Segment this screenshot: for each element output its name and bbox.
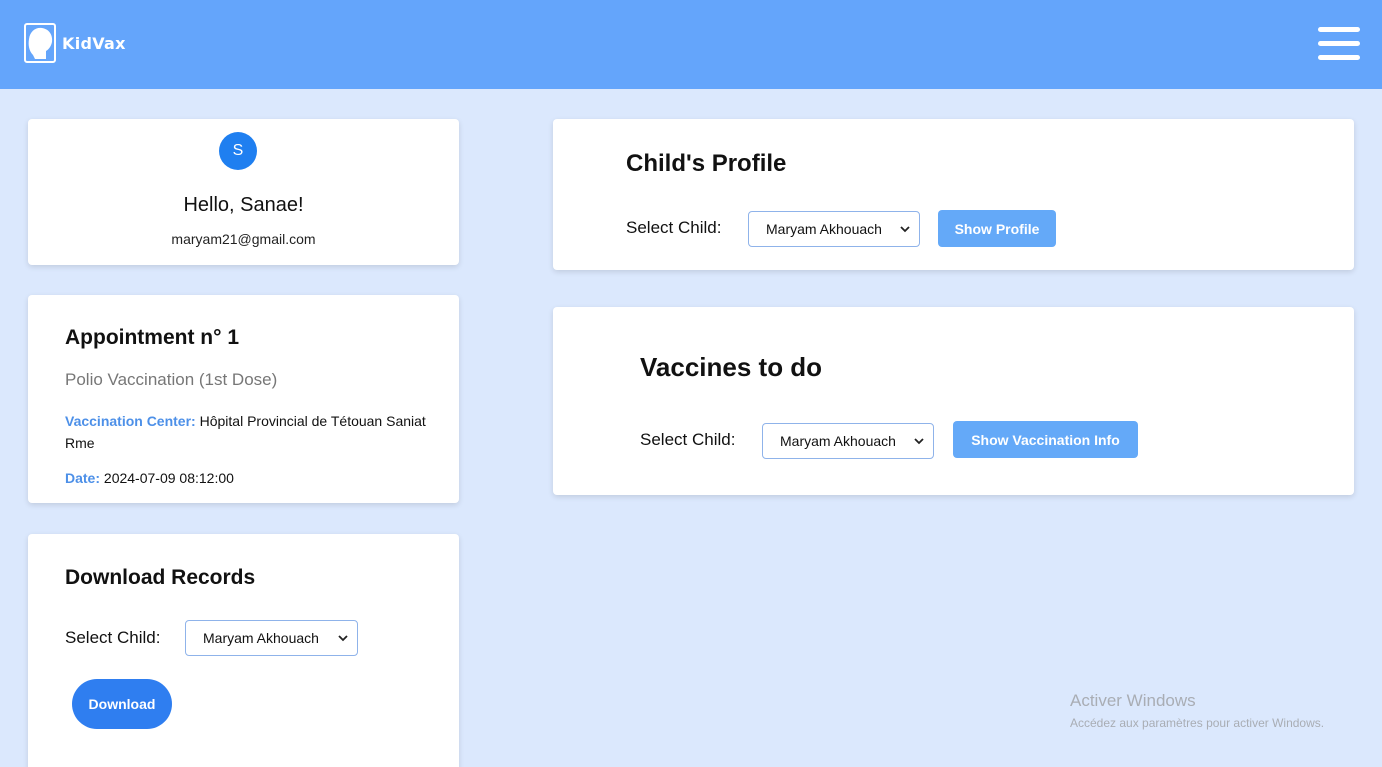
avatar: S: [219, 132, 257, 170]
profile-selected-child: Maryam Akhouach: [766, 221, 882, 237]
profile-title: Child's Profile: [626, 150, 787, 177]
vaccines-child-select[interactable]: Maryam Akhouach: [762, 423, 934, 459]
user-email: maryam21@gmail.com: [171, 231, 316, 247]
appointment-date: Date: 2024-07-09 08:12:00: [65, 470, 234, 486]
download-select-label: Select Child:: [65, 628, 161, 647]
center-label: Vaccination Center:: [65, 413, 196, 429]
profile-child-select[interactable]: Maryam Akhouach: [748, 211, 920, 247]
show-profile-button[interactable]: Show Profile: [938, 210, 1056, 247]
child-profile-card: [553, 119, 1354, 270]
appointment-center: Vaccination Center: Hôpital Provincial d…: [65, 410, 435, 454]
chevron-down-icon: [338, 635, 348, 642]
chevron-down-icon: [914, 438, 924, 445]
app-logo[interactable]: KidVax: [24, 23, 126, 63]
download-button[interactable]: Download: [72, 679, 172, 729]
top-navbar: KidVax: [0, 0, 1382, 89]
vaccines-to-do-card: [553, 307, 1354, 495]
download-child-select[interactable]: Maryam Akhouach: [185, 620, 358, 656]
appointment-vaccine: Polio Vaccination (1st Dose): [65, 370, 278, 389]
date-label: Date:: [65, 470, 101, 486]
greeting-text: Hello, Sanae!: [183, 194, 304, 216]
windows-activation-subtitle: Accédez aux paramètres pour activer Wind…: [1070, 716, 1325, 730]
child-head-icon: [24, 23, 56, 63]
chevron-down-icon: [900, 226, 910, 233]
download-title: Download Records: [65, 566, 256, 589]
windows-activation-title: Activer Windows: [1070, 691, 1196, 710]
vaccines-title: Vaccines to do: [640, 352, 823, 382]
app-name: KidVax: [62, 33, 126, 53]
hamburger-menu-icon[interactable]: [1318, 27, 1360, 61]
vaccines-selected-child: Maryam Akhouach: [780, 433, 896, 449]
show-vaccination-info-button[interactable]: Show Vaccination Info: [953, 421, 1138, 458]
date-value: 2024-07-09 08:12:00: [103, 470, 234, 486]
vaccines-select-label: Select Child:: [640, 430, 736, 449]
profile-select-label: Select Child:: [626, 218, 722, 237]
appointment-title: Appointment n° 1: [65, 326, 240, 349]
download-selected-child: Maryam Akhouach: [203, 630, 319, 646]
